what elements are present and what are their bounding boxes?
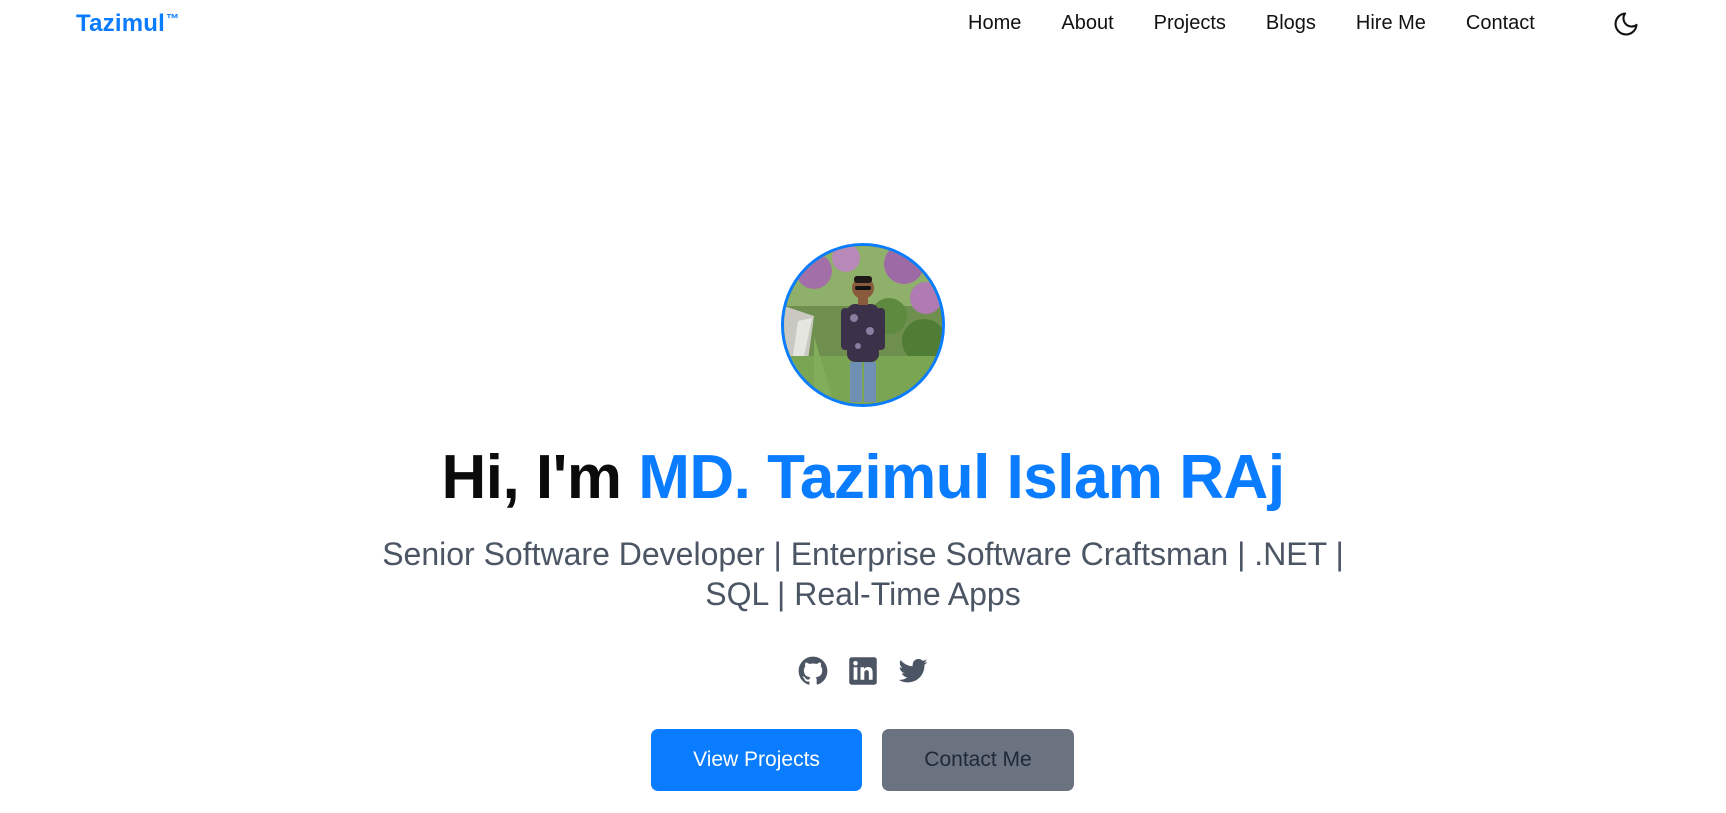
social-links [0, 656, 1726, 686]
hero-subtitle-line-1: Senior Software Developer | Enterprise S… [382, 536, 1344, 572]
twitter-link[interactable] [898, 656, 928, 686]
github-link[interactable] [798, 656, 828, 686]
hero-section: Hi, I'm MD. Tazimul Islam RAj Senior Sof… [0, 0, 1726, 813]
linkedin-icon [849, 657, 877, 685]
twitter-icon [898, 658, 928, 683]
hero-name: MD. Tazimul Islam RAj [638, 443, 1285, 512]
hero-greeting: Hi, I'm [441, 443, 639, 512]
github-icon [798, 656, 828, 685]
profile-photo [784, 246, 942, 404]
profile-avatar [781, 243, 945, 407]
contact-me-button[interactable]: Contact Me [882, 729, 1074, 791]
view-projects-button[interactable]: View Projects [651, 729, 862, 791]
hero-subtitle-line-2: SQL | Real-Time Apps [705, 576, 1021, 612]
hero-subtitle: Senior Software Developer | Enterprise S… [363, 534, 1363, 614]
linkedin-link[interactable] [848, 656, 878, 686]
hero-headline: Hi, I'm MD. Tazimul Islam RAj [0, 440, 1726, 516]
